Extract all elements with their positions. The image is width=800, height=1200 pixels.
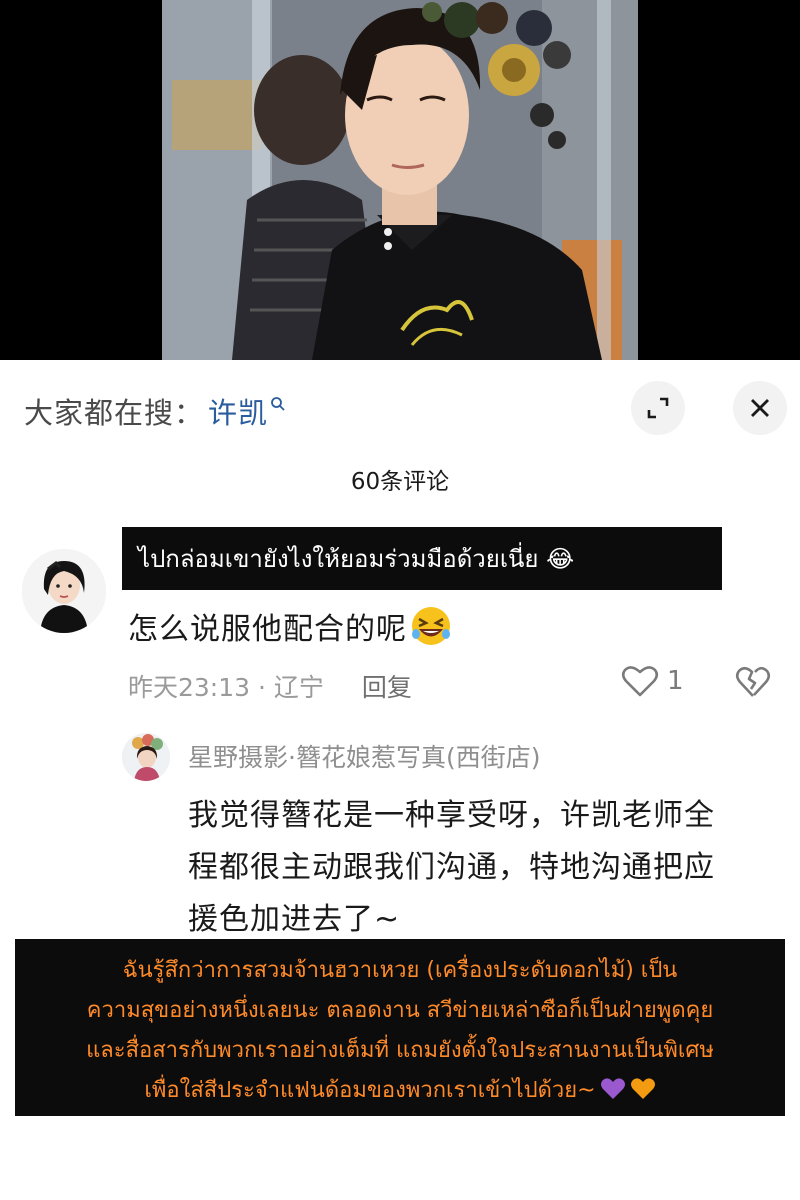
trending-search-bar[interactable]: 大家都在搜： 许凯 — [24, 388, 286, 434]
reply-author-name[interactable]: 星野摄影·簪花娘惹写真(西街店) — [188, 738, 540, 774]
thai-translation-caption-reply: ฉันรู้สึกว่าการสวมจ้านฮวาเหวย (เครื่องปร… — [15, 939, 785, 1116]
purple-heart-icon — [600, 1078, 625, 1099]
video-frame[interactable] — [0, 0, 800, 360]
expand-button[interactable] — [631, 381, 685, 435]
avatar-illustration — [122, 733, 170, 781]
caption-line: ฉันรู้สึกว่าการสวมจ้านฮวาเหวย (เครื่องปร… — [122, 958, 678, 983]
dislike-button[interactable] — [735, 665, 771, 703]
comment-body: 怎么说服他配合的呢 — [128, 604, 453, 648]
comment-count-title: 60条评论 — [350, 469, 450, 495]
search-icon — [271, 397, 285, 411]
reply-author-avatar[interactable] — [122, 733, 170, 781]
photo-illustration — [162, 0, 638, 360]
comment-time-location: 昨天23:13 · 辽宁 — [128, 673, 324, 702]
grinning-squinting-face-icon — [412, 607, 450, 645]
reply-line: 程都很主动跟我们沟通，特地沟通把应 — [188, 850, 715, 885]
avatar-illustration — [22, 549, 106, 633]
broken-heart-icon — [735, 666, 771, 697]
heart-outline-icon — [621, 666, 659, 697]
orange-heart-icon — [630, 1078, 655, 1099]
reply-button[interactable]: 回复 — [362, 668, 412, 704]
reply-line: 我觉得簪花是一种享受呀，许凯老师全 — [188, 798, 715, 833]
close-icon — [751, 399, 769, 417]
video-thumbnail — [162, 0, 638, 360]
expand-icon — [647, 397, 669, 419]
like-button[interactable]: 1 — [621, 664, 684, 698]
comment-text: 怎么说服他配合的呢 — [128, 612, 407, 647]
reply-body: 我觉得簪花是一种享受呀，许凯老师全 程都很主动跟我们沟通，特地沟通把应 援色加进… — [188, 790, 778, 946]
search-prefix-label: 大家都在搜： — [24, 396, 205, 430]
commenter-avatar[interactable] — [22, 549, 106, 633]
search-term-link[interactable]: 许凯 — [208, 390, 268, 432]
caption-line-last: เพื่อใส่สีประจำแฟนด้อมของพวกเราเข้าไปด้ว… — [15, 1071, 785, 1111]
like-count: 1 — [667, 666, 684, 696]
caption-line: ความสุขอย่างหนึ่งเลยนะ ตลอดงาน สวีข่ายเห… — [86, 998, 714, 1023]
thai-translation-caption: ไปกล่อมเขายังไงให้ยอมร่วมมือด้วยเนี่ย 😂 — [122, 527, 722, 590]
close-button[interactable] — [733, 381, 787, 435]
caption-line: เพื่อใส่สีประจำแฟนด้อมของพวกเราเข้าไปด้ว… — [144, 1078, 596, 1103]
comment-meta: 昨天23:13 · 辽宁 回复 — [128, 666, 412, 706]
caption-line: และสื่อสารกับพวกเราอย่างเต็มที่ แถมยังตั… — [86, 1038, 714, 1063]
